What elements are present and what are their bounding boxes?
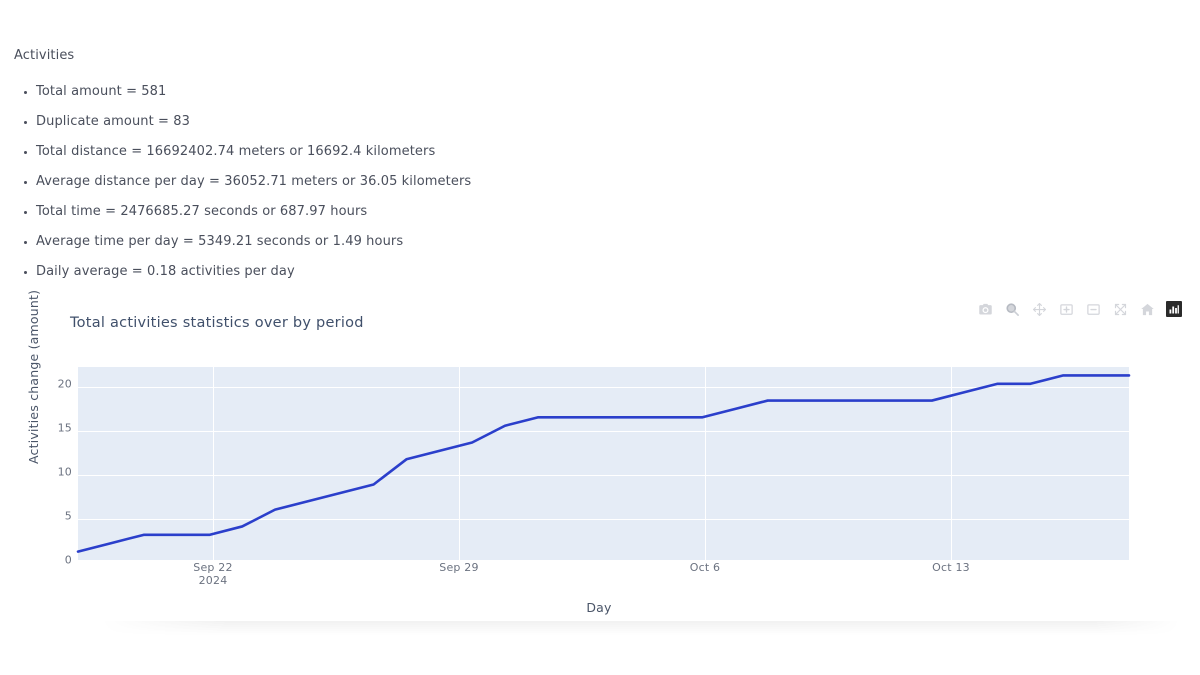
plot-area[interactable] [78, 367, 1129, 560]
x-axis-tick: Oct 13 [932, 562, 970, 574]
chart-title: Total activities statistics over by peri… [70, 315, 364, 331]
x-axis-tick-label: Sep 29 [439, 561, 479, 574]
plotly-chart-container: Total activities statistics over by peri… [0, 290, 1200, 635]
y-axis-tick: 20 [57, 377, 72, 391]
list-item: Total time = 2476685.27 seconds or 687.9… [0, 197, 1100, 227]
x-axis-title: Day [586, 600, 612, 615]
y-axis-tick: 15 [57, 421, 72, 435]
summary-heading: Activities [14, 48, 75, 63]
list-item: Average time per day = 5349.21 seconds o… [0, 227, 1100, 257]
x-axis-tick: Oct 6 [690, 562, 721, 574]
list-item: Daily average = 0.18 activities per day [0, 257, 1100, 287]
zoom-magnifier-icon[interactable] [1004, 301, 1021, 318]
autoscale-icon[interactable] [1112, 301, 1129, 318]
zoom-out-icon[interactable] [1085, 301, 1102, 318]
x-axis-tick-year: 2024 [198, 574, 228, 587]
line-series-activities [78, 367, 1129, 560]
chart-bottom-shadow [100, 621, 1180, 635]
pan-move-icon[interactable] [1031, 301, 1048, 318]
camera-icon[interactable] [977, 301, 994, 318]
zoom-in-icon[interactable] [1058, 301, 1075, 318]
y-axis-title: Activities change (amount) [26, 289, 41, 464]
x-axis-tick: Sep 29 [439, 562, 478, 574]
x-axis-tick-label: Oct 6 [689, 561, 721, 574]
plotly-logo-icon[interactable] [1166, 301, 1182, 317]
list-item: Duplicate amount = 83 [0, 107, 1100, 137]
x-axis-tick-label: Oct 13 [932, 561, 970, 574]
plotly-modebar[interactable] [977, 298, 1182, 320]
x-axis-tick: Sep 22 2024 [193, 562, 232, 587]
y-axis-tick: 10 [57, 465, 72, 479]
x-axis-tick-label: Sep 22 [193, 561, 233, 574]
summary-list: Total amount = 581 Duplicate amount = 83… [0, 77, 1100, 287]
list-item: Average distance per day = 36052.71 mete… [0, 167, 1100, 197]
y-axis-tick: 5 [64, 509, 72, 523]
home-reset-axes-icon[interactable] [1139, 301, 1156, 318]
list-item: Total distance = 16692402.74 meters or 1… [0, 137, 1100, 167]
y-axis-tick: 0 [64, 553, 72, 567]
list-item: Total amount = 581 [0, 77, 1100, 107]
activities-summary: Activities Total amount = 581 Duplicate … [0, 48, 1100, 287]
